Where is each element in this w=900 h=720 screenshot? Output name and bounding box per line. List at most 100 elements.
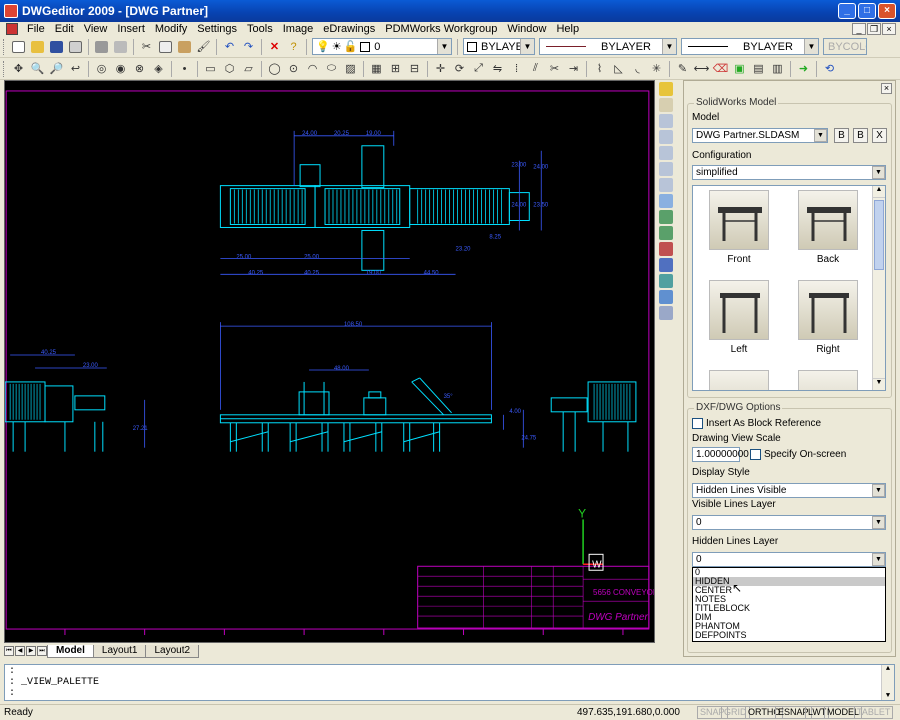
- color-combo[interactable]: BYLAYER ▼: [463, 38, 535, 55]
- model-load-button[interactable]: B: [853, 128, 868, 143]
- render-icon[interactable]: ◈: [150, 60, 167, 77]
- tab-layout1[interactable]: Layout1: [92, 644, 147, 658]
- array-icon[interactable]: ⁞: [508, 60, 525, 77]
- tablet-toggle[interactable]: TABLET: [854, 706, 894, 719]
- refresh-icon[interactable]: ⟲: [821, 60, 838, 77]
- donut-icon[interactable]: ⊙: [285, 60, 302, 77]
- zoom-window-icon[interactable]: 🔎: [48, 60, 65, 77]
- menu-help[interactable]: Help: [551, 22, 584, 36]
- pencil-icon[interactable]: [659, 82, 673, 96]
- properties-icon[interactable]: ▣: [731, 60, 748, 77]
- view-front-icon[interactable]: [659, 210, 673, 224]
- new-icon[interactable]: [10, 38, 27, 55]
- menu-tools[interactable]: Tools: [242, 22, 278, 36]
- view-thumbnail-left[interactable]: [709, 280, 769, 340]
- view-thumbnail-bottom[interactable]: [798, 370, 858, 390]
- palette-icon[interactable]: ➜: [795, 60, 812, 77]
- pan-icon[interactable]: ✥: [10, 60, 27, 77]
- offset-icon[interactable]: ⫽: [527, 60, 544, 77]
- insert-icon[interactable]: ⊞: [387, 60, 404, 77]
- view-top-icon[interactable]: [659, 226, 673, 240]
- paste-icon[interactable]: [176, 38, 193, 55]
- explode-icon[interactable]: ✳: [648, 60, 665, 77]
- menu-window[interactable]: Window: [502, 22, 551, 36]
- next-tab-icon[interactable]: ▶: [26, 646, 36, 656]
- move-icon[interactable]: ✛: [432, 60, 449, 77]
- extend-icon[interactable]: ⇥: [565, 60, 582, 77]
- insert-block-checkbox[interactable]: [692, 418, 703, 429]
- command-scrollbar[interactable]: ▲ ▼: [881, 665, 894, 700]
- scroll-down-icon[interactable]: ▼: [882, 692, 894, 700]
- doc-minimize-button[interactable]: _: [852, 23, 866, 35]
- model-combo[interactable]: DWG Partner.SLDASM ▼: [692, 128, 828, 143]
- zoom-previous-icon[interactable]: [659, 178, 673, 192]
- close-icon[interactable]: ×: [881, 83, 892, 94]
- doc-restore-button[interactable]: ❐: [867, 23, 881, 35]
- view-thumbnail-back[interactable]: [798, 190, 858, 250]
- menu-settings[interactable]: Settings: [192, 22, 242, 36]
- zoom-realtime-icon[interactable]: 🔍: [29, 60, 46, 77]
- dropdown-option[interactable]: TITLEBLOCK: [693, 604, 885, 613]
- linetype-combo[interactable]: BYLAYER ▼: [539, 38, 677, 55]
- views-scrollbar[interactable]: ▲ ▼: [872, 186, 885, 390]
- view-side-icon[interactable]: [659, 242, 673, 256]
- ellipse-icon[interactable]: ⬭: [323, 60, 340, 77]
- minimize-button[interactable]: _: [838, 3, 856, 19]
- chamfer-icon[interactable]: ◺: [610, 60, 627, 77]
- rectangle-icon[interactable]: ▭: [202, 60, 219, 77]
- rotate-icon[interactable]: ⟳: [451, 60, 468, 77]
- view-thumbnail-top[interactable]: [709, 370, 769, 390]
- copy-clip-icon[interactable]: [157, 38, 174, 55]
- eraser-icon[interactable]: ⌫: [712, 60, 729, 77]
- last-tab-icon[interactable]: ⏭: [37, 646, 47, 656]
- scroll-up-icon[interactable]: ▲: [873, 186, 885, 198]
- tab-model[interactable]: Model: [47, 644, 94, 658]
- scroll-thumb[interactable]: [874, 200, 884, 270]
- visible-layer-combo[interactable]: 0 ▼: [692, 515, 886, 530]
- config-combo[interactable]: simplified ▼: [692, 165, 886, 180]
- save-icon[interactable]: [48, 38, 65, 55]
- undo-icon[interactable]: ↶: [221, 38, 238, 55]
- chevron-down-icon[interactable]: ▼: [437, 39, 451, 54]
- layers-icon[interactable]: ▤: [750, 60, 767, 77]
- circle-icon[interactable]: ◯: [266, 60, 283, 77]
- document-icon[interactable]: [6, 23, 18, 35]
- menu-modify[interactable]: Modify: [150, 22, 192, 36]
- menu-file[interactable]: File: [22, 22, 50, 36]
- table-icon[interactable]: [659, 290, 673, 304]
- print-icon[interactable]: [93, 38, 110, 55]
- specify-onscreen-checkbox[interactable]: [750, 449, 761, 460]
- display-style-combo[interactable]: Hidden Lines Visible ▼: [692, 483, 886, 498]
- arc-icon[interactable]: ◠: [304, 60, 321, 77]
- cut-icon[interactable]: ✂: [138, 38, 155, 55]
- redo-icon[interactable]: ↷: [240, 38, 257, 55]
- close-button[interactable]: ×: [878, 3, 896, 19]
- view-iso-icon[interactable]: [659, 258, 673, 272]
- delete-icon[interactable]: ✕: [266, 38, 283, 55]
- maximize-button[interactable]: □: [858, 3, 876, 19]
- zoom-extents-icon[interactable]: [659, 162, 673, 176]
- drawing-canvas[interactable]: 24.00 20.25 19.00 23.00 24.00 24.00 23.5…: [4, 80, 655, 643]
- lineweight-combo[interactable]: BYLAYER ▼: [681, 38, 819, 55]
- polygon-icon[interactable]: ⬡: [221, 60, 238, 77]
- zoom-window-icon[interactable]: [659, 146, 673, 160]
- region-icon[interactable]: ▱: [240, 60, 257, 77]
- zoom-prev-icon[interactable]: ↩: [67, 60, 84, 77]
- menu-edrawings[interactable]: eDrawings: [318, 22, 380, 36]
- model-browse-button[interactable]: B: [834, 128, 849, 143]
- chevron-down-icon[interactable]: ▼: [872, 484, 885, 497]
- layer-combo[interactable]: 💡 ☀ 🔓 0 ▼: [312, 38, 452, 55]
- design-center-icon[interactable]: ▥: [769, 60, 786, 77]
- hand-pan-icon[interactable]: [659, 98, 673, 112]
- trim-icon[interactable]: ✂: [546, 60, 563, 77]
- break-icon[interactable]: ⌇: [591, 60, 608, 77]
- view-3d-icon[interactable]: ⊗: [131, 60, 148, 77]
- pencil-icon[interactable]: ✎: [674, 60, 691, 77]
- chevron-down-icon[interactable]: ▼: [872, 166, 885, 179]
- tab-layout2[interactable]: Layout2: [145, 644, 200, 658]
- view-iso2-icon[interactable]: [659, 274, 673, 288]
- dropdown-option[interactable]: DEFPOINTS: [693, 631, 885, 640]
- scroll-down-icon[interactable]: ▼: [873, 378, 885, 390]
- menu-pdmworks[interactable]: PDMWorks Workgroup: [380, 22, 502, 36]
- first-tab-icon[interactable]: ⏮: [4, 646, 14, 656]
